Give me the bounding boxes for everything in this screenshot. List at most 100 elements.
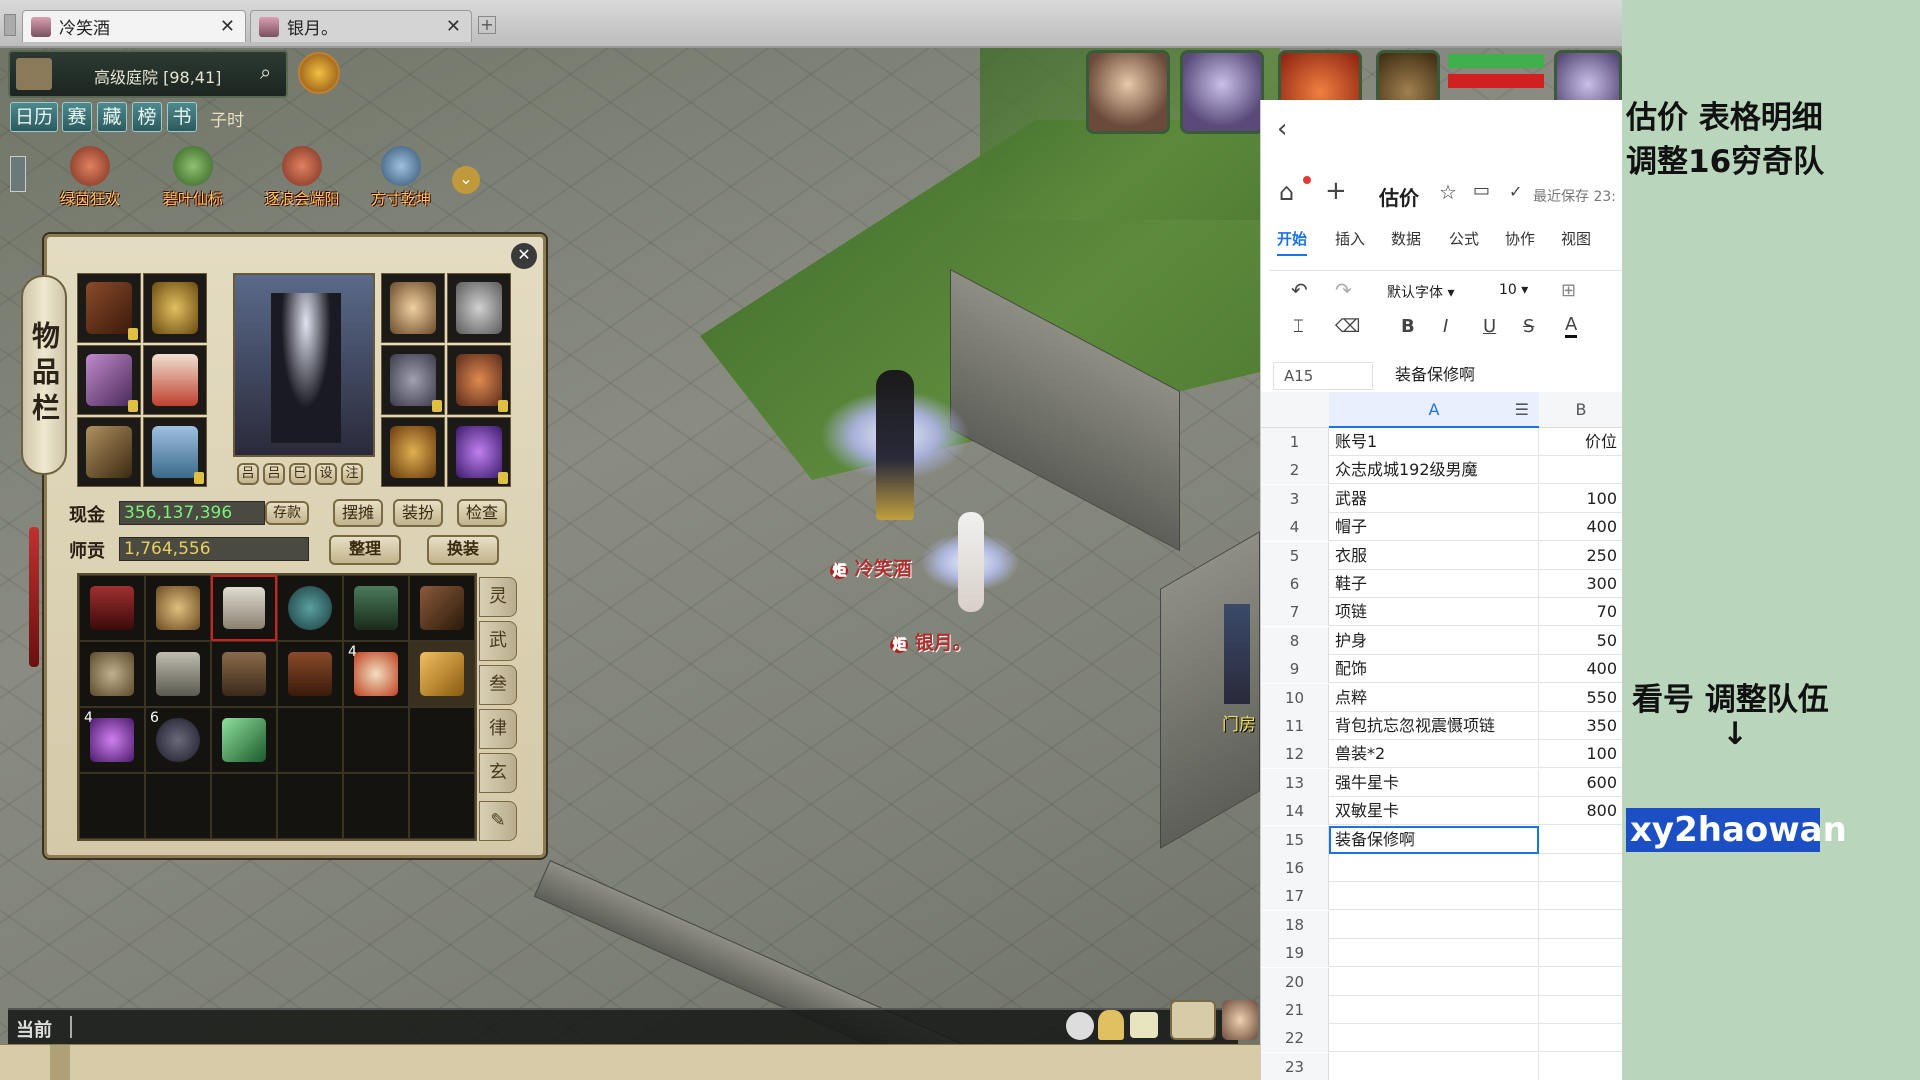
- row-number[interactable]: 9: [1261, 655, 1329, 684]
- avatar[interactable]: [1222, 1000, 1258, 1040]
- tab-scroll-button[interactable]: [4, 14, 16, 36]
- home-icon[interactable]: ⌂: [1279, 178, 1294, 206]
- cell-a[interactable]: 点粹: [1329, 683, 1539, 712]
- equip-slot[interactable]: [143, 417, 207, 487]
- cell-b[interactable]: 300: [1539, 570, 1622, 598]
- bag-slot[interactable]: [145, 773, 211, 839]
- race-button[interactable]: 赛: [62, 102, 92, 132]
- bag-slot[interactable]: 4: [79, 707, 145, 773]
- cell-b[interactable]: 价位: [1539, 428, 1622, 456]
- cell-a-active[interactable]: 装备保修啊: [1329, 825, 1539, 854]
- equip-tab[interactable]: 巳: [289, 463, 311, 485]
- cell-b[interactable]: [1539, 1024, 1622, 1052]
- cell-b[interactable]: 100: [1539, 485, 1622, 513]
- quest-scroll-icon[interactable]: [1170, 1000, 1216, 1040]
- tab-formula[interactable]: 公式: [1449, 228, 1479, 249]
- bag-tab[interactable]: 武: [479, 621, 517, 661]
- cell-b[interactable]: [1539, 854, 1622, 882]
- redo-icon[interactable]: ↷: [1335, 278, 1352, 302]
- bag-slot[interactable]: [79, 641, 145, 707]
- activity-lvyin[interactable]: 绿茵狂欢: [45, 146, 135, 209]
- cell-b[interactable]: [1539, 1053, 1622, 1080]
- eraser-icon[interactable]: ⌫: [1335, 316, 1360, 337]
- tab-insert[interactable]: 插入: [1335, 228, 1365, 249]
- cell-a[interactable]: 强牛星卡: [1329, 768, 1539, 797]
- bag-slot[interactable]: [211, 707, 277, 773]
- cell-a[interactable]: [1329, 1024, 1539, 1053]
- row-number[interactable]: 13: [1261, 768, 1329, 797]
- cell-a[interactable]: [1329, 854, 1539, 882]
- bag-slot[interactable]: [277, 773, 343, 839]
- stall-button[interactable]: 摆摊: [333, 499, 383, 527]
- map-icon[interactable]: [16, 58, 52, 90]
- row-number[interactable]: 16: [1261, 854, 1329, 882]
- equip-slot[interactable]: [447, 273, 511, 343]
- undo-icon[interactable]: ↶: [1291, 278, 1308, 302]
- row-number[interactable]: 11: [1261, 712, 1329, 740]
- bag-tab[interactable]: 灵: [479, 577, 517, 617]
- font-family-select[interactable]: 默认字体 ▾: [1387, 282, 1481, 306]
- folder-icon[interactable]: ▭: [1473, 180, 1490, 201]
- message-icon[interactable]: [1130, 1012, 1158, 1038]
- row-number[interactable]: 2: [1261, 456, 1329, 485]
- cell-b[interactable]: 70: [1539, 598, 1622, 626]
- party-portrait[interactable]: [1180, 50, 1264, 134]
- cell-a[interactable]: 护身: [1329, 626, 1539, 655]
- bag-slot[interactable]: 6: [145, 707, 211, 773]
- equip-tab[interactable]: 吕: [263, 463, 285, 485]
- border-icon[interactable]: ⊞: [1561, 280, 1576, 301]
- game-client-window[interactable]: 冷笑酒 ✕ 银月。 ✕ + 高级庭院 [98,41] ⌕ 日历 赛 藏 榜 书 …: [0, 0, 1622, 1080]
- row-number[interactable]: 3: [1261, 484, 1329, 513]
- bag-slot[interactable]: [343, 773, 409, 839]
- new-tab-icon[interactable]: +: [478, 16, 496, 34]
- cell-a[interactable]: [1329, 1052, 1539, 1080]
- equip-slot[interactable]: [381, 273, 445, 343]
- bag-slot[interactable]: [409, 773, 475, 839]
- font-color-icon[interactable]: A: [1565, 314, 1578, 338]
- bag-slot[interactable]: [145, 575, 211, 641]
- row-number[interactable]: 17: [1261, 882, 1329, 911]
- equip-slot[interactable]: [77, 417, 141, 487]
- tab-collaborate[interactable]: 协作: [1505, 228, 1535, 249]
- bag-tab[interactable]: 律: [479, 709, 517, 749]
- strikethrough-icon[interactable]: S: [1523, 316, 1534, 337]
- cell-reference[interactable]: A15: [1273, 362, 1373, 390]
- inspect-button[interactable]: 检查: [457, 499, 507, 527]
- cell-a[interactable]: 双敏星卡: [1329, 797, 1539, 826]
- bag-slot[interactable]: [145, 641, 211, 707]
- cell-a[interactable]: 众志成城192级男魔: [1329, 456, 1539, 485]
- bag-slot[interactable]: [277, 707, 343, 773]
- bag-slot[interactable]: [79, 773, 145, 839]
- close-icon[interactable]: ✕: [511, 243, 537, 269]
- row-number[interactable]: 6: [1261, 570, 1329, 598]
- row-number[interactable]: 4: [1261, 513, 1329, 542]
- cell-a[interactable]: [1329, 996, 1539, 1024]
- equip-tab[interactable]: 设: [315, 463, 337, 485]
- tab-lengxiaojiu[interactable]: 冷笑酒 ✕: [22, 10, 246, 42]
- ranking-button[interactable]: 榜: [132, 102, 162, 132]
- row-number[interactable]: 22: [1261, 1024, 1329, 1053]
- tab-data[interactable]: 数据: [1391, 228, 1421, 249]
- bag-slot[interactable]: [277, 575, 343, 641]
- treasure-icon[interactable]: [298, 52, 340, 94]
- italic-icon[interactable]: I: [1443, 316, 1448, 337]
- bag-tab[interactable]: 玄: [479, 753, 517, 793]
- calendar-button[interactable]: 日历: [10, 102, 58, 132]
- bag-slot[interactable]: [409, 575, 475, 641]
- cell-b[interactable]: [1539, 996, 1622, 1024]
- npc-gatekeeper[interactable]: [1224, 604, 1250, 704]
- cell-a[interactable]: 项链: [1329, 598, 1539, 627]
- collapse-arrow-icon[interactable]: [10, 156, 26, 192]
- bag-slot[interactable]: [409, 707, 475, 773]
- activity-biye[interactable]: 碧叶仙标: [148, 146, 238, 209]
- expand-activities-icon[interactable]: ⌄: [452, 166, 480, 194]
- bag-slot[interactable]: [79, 575, 145, 641]
- cell-b[interactable]: 400: [1539, 655, 1622, 683]
- cell-b[interactable]: 50: [1539, 627, 1622, 655]
- close-icon[interactable]: ✕: [446, 16, 461, 37]
- star-icon[interactable]: ☆: [1439, 180, 1457, 204]
- row-number[interactable]: 15: [1261, 825, 1329, 854]
- bag-slot[interactable]: [277, 641, 343, 707]
- equip-slot[interactable]: [381, 417, 445, 487]
- equip-slot[interactable]: [143, 273, 207, 343]
